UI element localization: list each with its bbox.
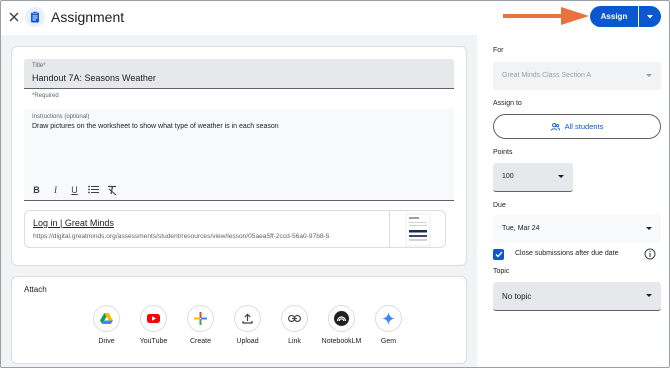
plus-icon: [187, 305, 214, 332]
attachment-title[interactable]: Log in | Great Minds: [33, 218, 114, 228]
attach-gem-button[interactable]: Gem: [365, 305, 412, 345]
caret-down-icon: [647, 14, 653, 18]
attach-youtube-button[interactable]: YouTube: [130, 305, 177, 345]
close-submissions-label: Close submissions after due date: [515, 250, 619, 257]
attachment-link-card[interactable]: Log in | Great Minds https://digital.gre…: [24, 210, 446, 248]
info-icon[interactable]: [644, 248, 656, 260]
people-icon: [550, 122, 560, 131]
page-title: Assignment: [51, 9, 125, 25]
attach-label: Gem: [380, 338, 397, 345]
instructions-label: Instructions (optional): [32, 114, 90, 120]
attach-notebooklm-button[interactable]: NotebookLM: [318, 305, 365, 345]
required-note: *Required: [32, 93, 59, 99]
italic-icon[interactable]: I: [49, 183, 62, 196]
close-icon[interactable]: [7, 10, 21, 24]
attach-upload-button[interactable]: Upload: [224, 305, 271, 345]
topic-select[interactable]: No topic: [493, 282, 661, 311]
attachment-url: https://digital.greatminds.org/assessmen…: [33, 233, 330, 240]
dropdown-caret-icon: [646, 74, 652, 77]
google-drive-icon: [93, 305, 120, 332]
assign-to-label: Assign to: [493, 100, 522, 107]
attach-create-button[interactable]: Create: [177, 305, 224, 345]
dropdown-caret-icon: [646, 227, 652, 230]
assign-button[interactable]: Assign: [590, 6, 638, 27]
points-label: Points: [493, 149, 513, 156]
attach-label: Link: [288, 338, 301, 345]
attach-label: Drive: [98, 338, 115, 345]
attach-drive-button[interactable]: Drive: [83, 305, 130, 345]
dropdown-caret-icon: [646, 294, 652, 297]
attach-options: Drive YouTube Create Upload Link Noteboo…: [83, 305, 412, 345]
formatting-toolbar: B I U: [30, 183, 119, 196]
points-value: 100: [502, 173, 514, 180]
topic-value: No topic: [502, 292, 532, 301]
link-icon: [281, 305, 308, 332]
due-date-select[interactable]: Tue, Mar 24: [493, 215, 661, 243]
title-value[interactable]: Handout 7A: Seasons Weather: [32, 73, 156, 83]
class-select-value: Great Minds Class Section A: [502, 72, 592, 79]
assignment-editor: Assignment Assign Title* Handout 7A: Sea…: [0, 0, 670, 368]
assign-to-value: All students: [564, 122, 604, 131]
bulleted-list-icon[interactable]: [87, 183, 100, 196]
due-label: Due: [493, 202, 506, 209]
points-select[interactable]: 100: [493, 163, 573, 192]
gem-icon: [375, 305, 402, 332]
instructions-field[interactable]: Instructions (optional) Draw pictures on…: [24, 109, 454, 201]
youtube-icon: [140, 305, 167, 332]
assign-to-button[interactable]: All students: [493, 114, 661, 139]
instructions-value[interactable]: Draw pictures on the worksheet to show w…: [32, 123, 279, 130]
bold-icon[interactable]: B: [30, 183, 43, 196]
assign-options-button[interactable]: [639, 6, 661, 27]
due-date-value: Tue, Mar 24: [502, 225, 540, 232]
title-field[interactable]: Title* Handout 7A: Seasons Weather: [24, 59, 454, 89]
clear-formatting-icon[interactable]: [106, 183, 119, 196]
header-bar: Assignment Assign: [1, 1, 669, 35]
close-submissions-checkbox[interactable]: [493, 249, 504, 260]
attach-label: YouTube: [139, 338, 168, 345]
for-label: For: [493, 47, 504, 54]
class-select[interactable]: Great Minds Class Section A: [493, 62, 661, 90]
checkmark-icon: [495, 251, 503, 258]
assign-button-group: Assign: [590, 6, 661, 27]
attach-label: Create: [189, 338, 211, 345]
annotation-arrow-icon: [503, 7, 589, 25]
attachment-thumbnail: [389, 211, 445, 247]
underline-icon[interactable]: U: [68, 183, 81, 196]
attach-label: Upload: [236, 338, 259, 345]
attach-link-button[interactable]: Link: [271, 305, 318, 345]
topic-label: Topic: [493, 268, 510, 275]
title-label: Title*: [32, 63, 46, 69]
upload-icon: [234, 305, 261, 332]
attach-title: Attach: [24, 285, 47, 294]
assignment-icon: [25, 7, 45, 27]
notebooklm-icon: [328, 305, 355, 332]
attach-label: NotebookLM: [321, 338, 362, 345]
dropdown-caret-icon: [558, 175, 564, 178]
